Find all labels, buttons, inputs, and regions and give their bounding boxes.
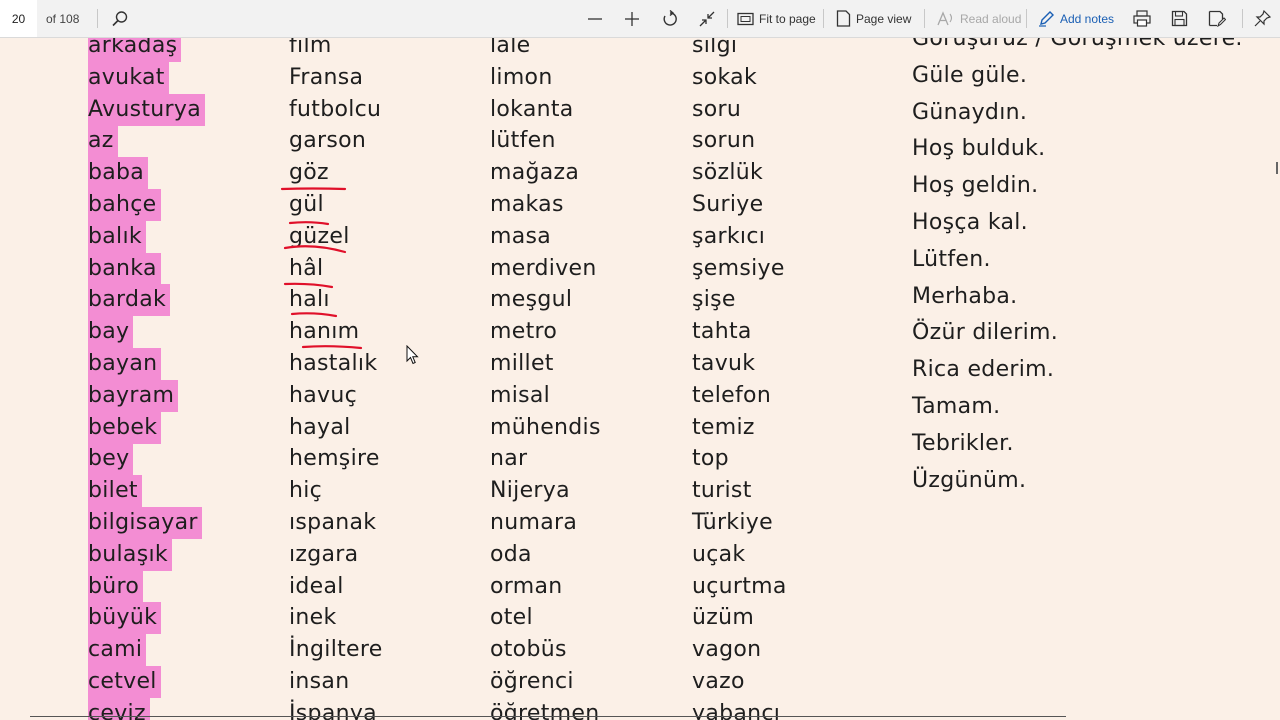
- pdf-toolbar: 20 of 108 Fit to page Page view Read alo…: [0, 0, 1280, 38]
- plus-icon: [623, 10, 641, 28]
- zoom-out-button[interactable]: [586, 0, 604, 37]
- pin-button[interactable]: [1254, 0, 1271, 37]
- read-aloud-label: Read aloud: [960, 11, 1022, 26]
- page-bottom-rule: [30, 716, 1066, 717]
- toolbar-divider: [727, 9, 728, 28]
- pen-icon: [1038, 10, 1055, 27]
- print-button[interactable]: [1133, 0, 1151, 37]
- page-count-label: of 108: [46, 11, 80, 26]
- ink-underline-hal: [283, 282, 334, 289]
- ink-underline-hali: [290, 312, 338, 318]
- add-notes-button[interactable]: Add notes: [1038, 0, 1114, 37]
- save-as-icon: [1208, 10, 1226, 27]
- read-aloud-button[interactable]: Read aloud: [937, 0, 1021, 37]
- toolbar-divider: [1026, 9, 1027, 28]
- fit-to-page-label: Fit to page: [759, 11, 816, 26]
- ink-underline-gul: [288, 221, 330, 226]
- toolbar-divider: [924, 9, 925, 28]
- toolbar-divider: [1242, 9, 1243, 28]
- rotate-button[interactable]: [661, 0, 679, 37]
- add-notes-label: Add notes: [1060, 11, 1115, 26]
- save-icon: [1171, 10, 1188, 27]
- toolbar-divider: [97, 9, 98, 28]
- page-number-input[interactable]: 20: [0, 0, 37, 37]
- save-as-button[interactable]: [1208, 0, 1226, 37]
- page-view-button[interactable]: Page view: [836, 0, 911, 37]
- pdf-page: arkadaş avukat Avusturya az baba bahçe balık ba…: [0, 38, 1280, 720]
- fit-to-page-button[interactable]: Fit to page: [737, 0, 816, 37]
- ink-underline-guzel: [283, 245, 347, 254]
- ink-underline-goz: [280, 187, 347, 191]
- search-icon: [111, 10, 129, 28]
- page-view-label: Page view: [856, 11, 912, 26]
- save-button[interactable]: [1171, 0, 1188, 37]
- read-aloud-icon: [937, 10, 955, 27]
- search-button[interactable]: [111, 0, 129, 37]
- fit-page-icon: [737, 12, 754, 26]
- ink-annotations: [280, 187, 363, 350]
- toolbar-divider: [823, 9, 824, 28]
- pin-icon: [1254, 10, 1271, 27]
- scroll-indicator[interactable]: [1276, 162, 1278, 174]
- zoom-in-button[interactable]: [623, 0, 641, 37]
- print-icon: [1133, 10, 1151, 27]
- page-view-icon: [836, 10, 851, 27]
- page-number: 20: [11, 11, 26, 26]
- minus-icon: [586, 10, 604, 28]
- collapse-arrows-icon: [698, 10, 716, 28]
- rotate-icon: [661, 9, 679, 28]
- mouse-cursor-icon: [406, 345, 419, 365]
- fullscreen-button[interactable]: [698, 0, 716, 37]
- ink-underline-hanim: [301, 345, 363, 350]
